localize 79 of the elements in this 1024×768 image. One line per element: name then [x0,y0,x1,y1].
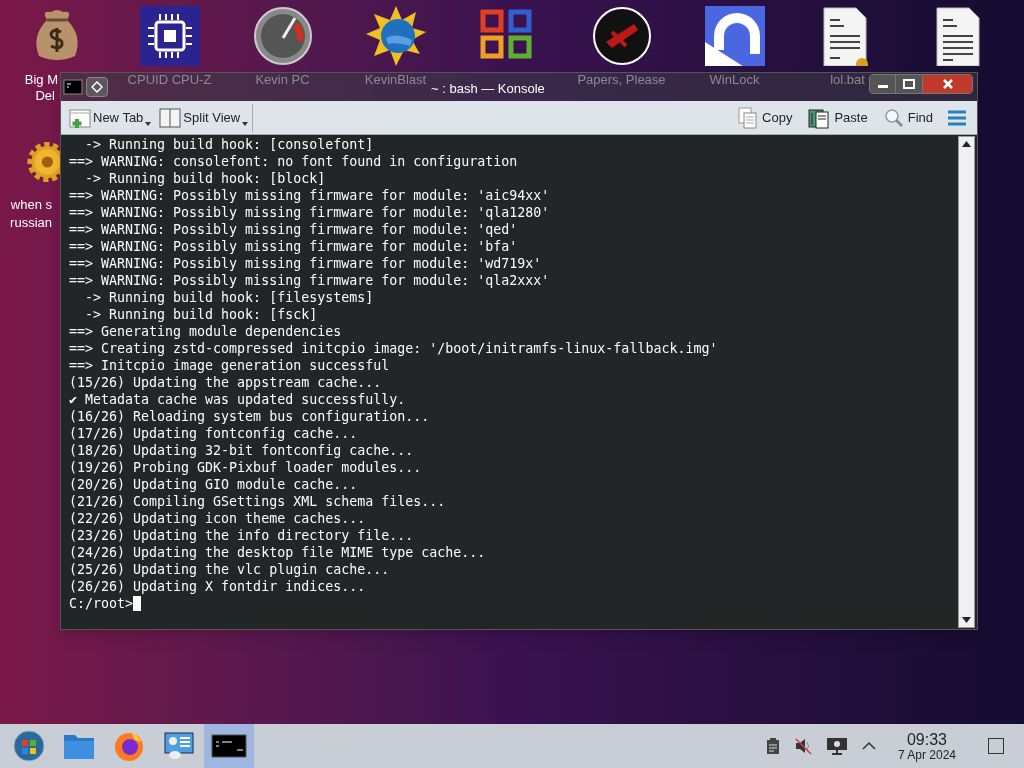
terminal-line: (18/26) Updating 32-bit fontconfig cache... [69,442,415,459]
terminal-line: (26/26) Updating X fontdir indices... [69,578,367,595]
desktop-icon-label: Del [35,88,55,104]
close-button[interactable] [922,75,972,93]
terminal-line: ==> WARNING: Possibly missing firmware for module: 'wd719x' [69,255,543,272]
desktop-icon-label: CPUID CPU-Z [127,72,212,88]
terminal-line: (19/26) Probing GDK-Pixbuf loader modules... [69,459,423,476]
monitor-icon [163,731,195,761]
terminal-line: ==> Generating module dependencies [69,323,343,340]
terminal-line: (16/26) Reloading system bus configuration... [69,408,431,425]
firefox-icon [113,730,145,762]
desktop-icon-label: Kevin PC [255,72,310,88]
new-tab-icon [69,106,91,129]
window-title: ~ : bash — Konsole [431,80,545,98]
terminal-prompt: C:/root> [69,595,134,612]
toolbar-button[interactable]: Paste [804,103,872,132]
globe-icon [365,6,426,66]
terminal-line: (23/26) Updating the info directory file... [69,527,415,544]
clock[interactable]: 09:33 7 Apr 2024 [897,731,956,761]
copy-icon [738,106,759,129]
seal-icon [591,6,652,66]
terminal-line: (25/26) Updating the vlc plugin cache... [69,561,391,578]
dropdown-icon [145,121,152,126]
paste-icon [808,106,831,129]
desktop-icon-label: russian [10,214,52,232]
start-orb-icon [13,730,45,762]
minimize-button[interactable] [870,75,895,93]
terminal-line: (17/26) Updating fontconfig cache... [69,425,359,442]
terminal-line: ==> Creating zstd-compressed initcpio image: '/boot/initramfs-linux-fallback.img' [69,340,719,357]
diamond-icon [91,81,103,93]
menu-icon [947,109,967,126]
scrollbar[interactable] [958,136,975,628]
terminal-line: ==> WARNING: Possibly missing firmware for module: 'qla2xxx' [69,272,551,289]
show-desktop-button[interactable] [988,738,1004,754]
chip-icon [139,6,200,66]
lock-icon [704,6,765,66]
terminal-line: (24/26) Updating the desktop file MIME type cache... [69,544,487,561]
dropdown-icon [242,121,249,126]
display-icon [825,737,848,755]
terminal-line: -> Running build hook: [consolefont] [84,136,375,153]
speaker-muted-icon [793,737,812,755]
maximize-icon [903,79,915,89]
desktop-icon-label: WinLock [709,72,760,88]
desktop-icon-label: Papers, Please [577,72,666,88]
terminal-line: -> Running build hook: [block] [84,170,327,187]
terminal-line: ✔ Metadata cache was updated successfully. [69,391,407,408]
toolbar-button[interactable]: Copy [734,103,797,132]
terminal-line: ==> WARNING: Possibly missing firmware for module: 'bfa' [69,238,519,255]
terminal-line: (20/26) Updating GIO module cache... [69,476,359,493]
terminal-line: ==> Initcpio image generation successful [69,357,391,374]
terminal-line: (22/26) Updating icon theme caches... [69,510,367,527]
terminal-line: ==> WARNING: consolefont: no font found in configuration [69,153,519,170]
close-icon [942,79,953,89]
terminal-line: (21/26) Compiling GSettings XML schema files... [69,493,447,510]
desktop-icon-label: Big M [24,72,58,88]
terminal-line: (15/26) Updating the appstream cache... [69,374,383,391]
toolbar-button[interactable]: New Tab [67,103,154,132]
toolbar-button[interactable]: Find [879,103,937,132]
toolbar-button[interactable]: Split View [157,103,254,132]
folder-icon [63,732,95,760]
desktop-icon-label: KevinBlast [364,72,427,88]
desktop-icon-label: when s [10,196,52,214]
maximize-button[interactable] [895,75,922,93]
desktop-icon-label: lol.bat [830,72,865,88]
clipboard-icon [765,737,780,755]
terminal-icon [211,734,247,758]
taskbar-button[interactable] [204,724,254,768]
terminal-icon [63,78,83,96]
terminal-line: ==> WARNING: Possibly missing firmware for module: 'qed' [69,221,519,238]
gauge-icon [252,6,313,66]
terminal-line: -> Running build hook: [filesystems] [84,289,375,306]
split-view-icon [159,106,182,129]
search-icon [883,107,904,128]
expand-tray-icon [861,741,876,751]
pin-button[interactable] [86,77,108,97]
terminal-line: -> Running build hook: [fsck] [84,306,319,323]
terminal-line: ==> WARNING: Possibly missing firmware for module: 'aic94xx' [69,187,551,204]
terminal-line: ==> WARNING: Possibly missing firmware for module: 'qla1280' [69,204,551,221]
text-cursor [133,596,142,611]
